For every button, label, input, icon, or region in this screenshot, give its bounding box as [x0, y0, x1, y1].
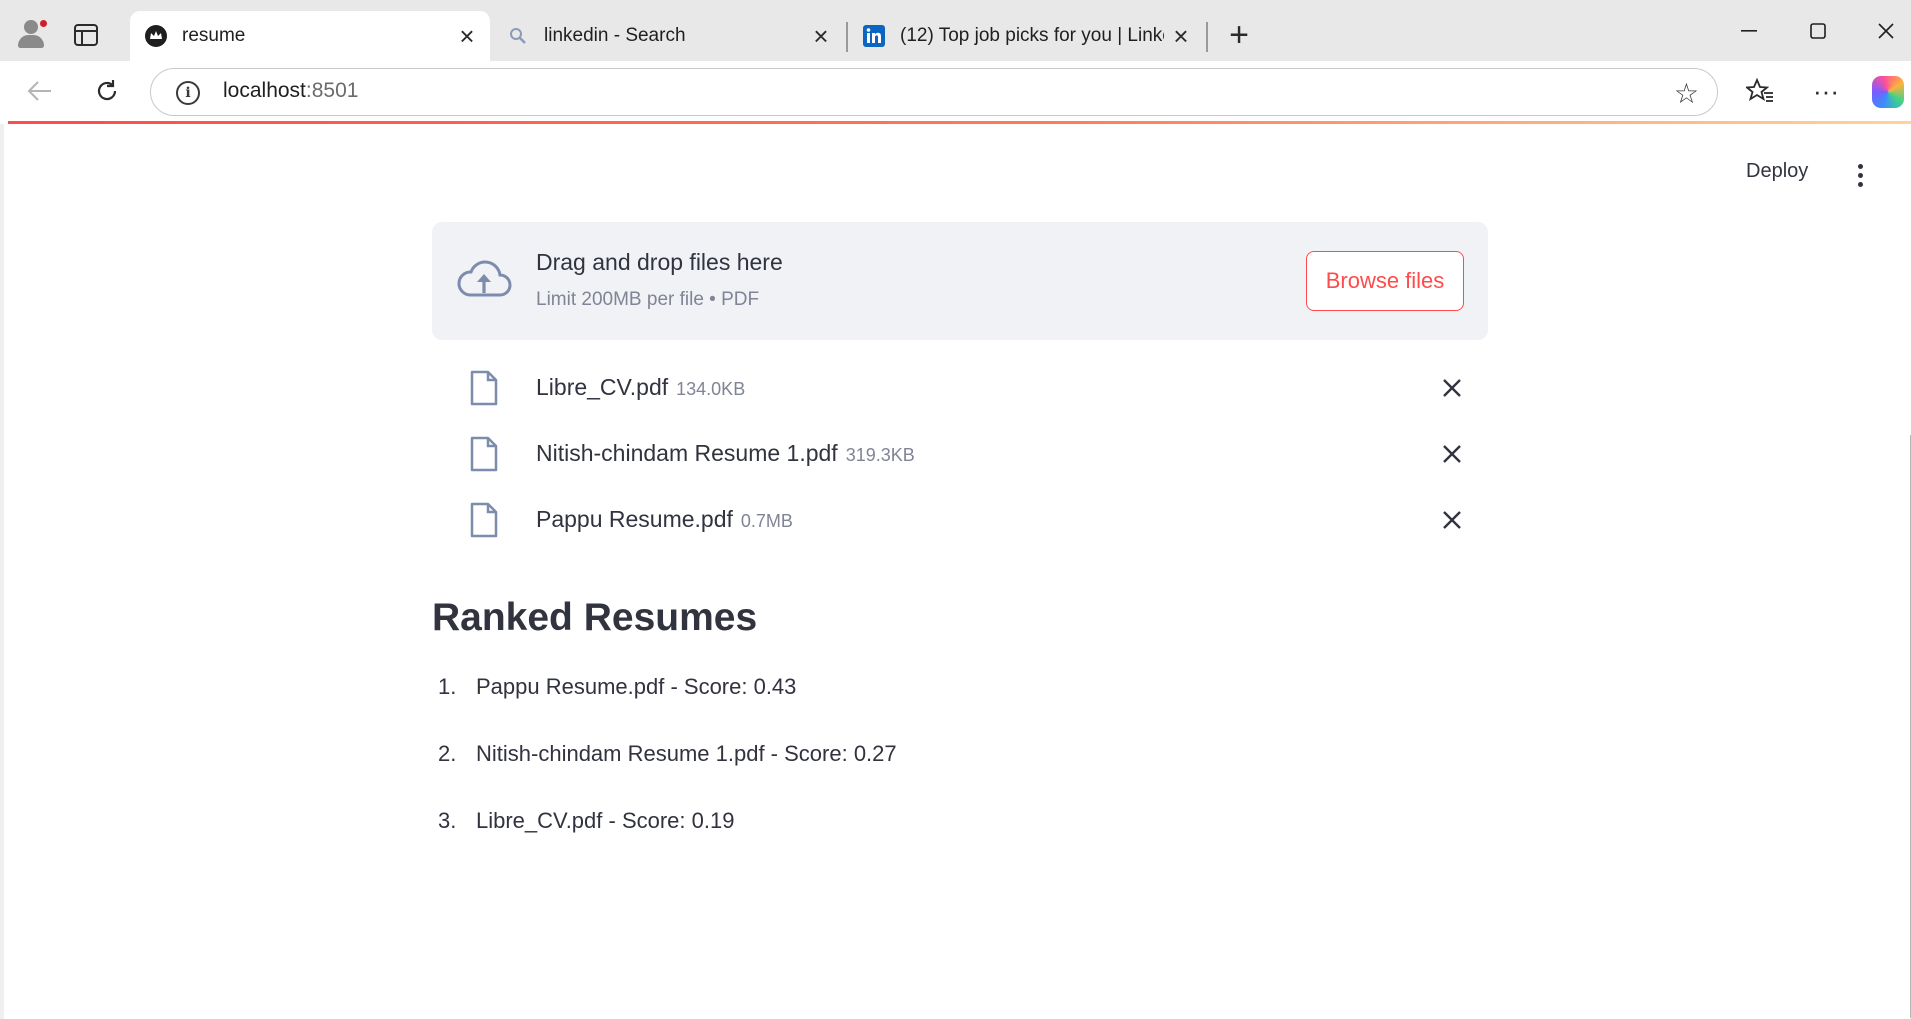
url-host: localhost	[223, 79, 306, 102]
uploaded-file-row: Nitish-chindam Resume 1.pdf 319.3KB	[432, 424, 1488, 484]
remove-file-icon[interactable]	[1434, 502, 1470, 538]
file-size: 0.7MB	[740, 511, 793, 531]
tab-resume[interactable]: resume ×	[130, 11, 490, 61]
close-tab-icon[interactable]: ×	[1170, 21, 1192, 51]
tab-title: (12) Top job picks for you | Linked	[900, 25, 1164, 46]
profile-avatar-icon[interactable]	[14, 16, 49, 50]
tab-separator	[1206, 22, 1208, 52]
maximize-icon[interactable]	[1798, 14, 1838, 48]
main-menu-icon[interactable]	[1856, 164, 1864, 188]
list-item: 3. Libre_CV.pdf - Score: 0.19	[438, 808, 897, 875]
remove-file-icon[interactable]	[1434, 370, 1470, 406]
file-icon	[470, 502, 498, 538]
list-item: 2. Nitish-chindam Resume 1.pdf - Score: 0…	[438, 741, 897, 808]
linkedin-icon	[862, 24, 886, 48]
cloud-upload-icon	[457, 260, 512, 297]
streamlit-crown-icon	[144, 24, 168, 48]
ranked-resumes-heading: Ranked Resumes	[432, 596, 758, 639]
rank-text: Libre_CV.pdf - Score: 0.19	[476, 808, 735, 833]
minimize-icon[interactable]	[1729, 14, 1769, 48]
file-size: 319.3KB	[845, 445, 915, 465]
browser-window: resume × linkedin - Search × (12) Top jo…	[0, 0, 1911, 1019]
file-icon	[470, 370, 498, 406]
url-port: :8501	[305, 79, 359, 102]
more-menu-icon[interactable]: ···	[1808, 73, 1844, 109]
back-icon[interactable]	[22, 73, 58, 109]
site-info-icon[interactable]: i	[176, 81, 200, 105]
address-bar[interactable]: i localhost:8501 ☆	[150, 68, 1718, 116]
uploaded-file-row: Libre_CV.pdf 134.0KB	[432, 358, 1488, 418]
tab-title: linkedin - Search	[544, 25, 686, 46]
file-dropzone[interactable]: Drag and drop files here Limit 200MB per…	[432, 222, 1488, 340]
remove-file-icon[interactable]	[1434, 436, 1470, 472]
rank-number: 2.	[438, 741, 457, 766]
file-name: Pappu Resume.pdf	[536, 506, 733, 532]
tab-linkedin-search[interactable]: linkedin - Search ×	[492, 11, 844, 61]
tab-actions-icon[interactable]	[74, 24, 98, 46]
copilot-icon[interactable]	[1872, 76, 1904, 108]
browse-files-button[interactable]: Browse files	[1306, 251, 1464, 311]
close-window-icon[interactable]	[1866, 14, 1906, 48]
tab-title: resume	[182, 25, 246, 46]
tab-strip: resume × linkedin - Search × (12) Top jo…	[0, 0, 1911, 61]
ranked-resumes-list: 1. Pappu Resume.pdf - Score: 0.43 2. Nitis…	[438, 674, 897, 875]
file-name: Nitish-chindam Resume 1.pdf	[536, 440, 838, 466]
new-tab-icon[interactable]: +	[1224, 18, 1254, 52]
rank-number: 3.	[438, 808, 457, 833]
dropzone-title: Drag and drop files here	[536, 249, 783, 275]
file-icon	[470, 436, 498, 472]
rank-text: Pappu Resume.pdf - Score: 0.43	[476, 674, 797, 699]
close-tab-icon[interactable]: ×	[456, 21, 478, 51]
dropzone-limit-text: Limit 200MB per file • PDF	[536, 289, 760, 310]
tab-linkedin-jobs[interactable]: (12) Top job picks for you | Linked ×	[848, 11, 1204, 61]
list-item: 1. Pappu Resume.pdf - Score: 0.43	[438, 674, 897, 741]
favorites-icon[interactable]	[1742, 73, 1778, 109]
rank-text: Nitish-chindam Resume 1.pdf - Score: 0.2…	[476, 741, 897, 766]
browser-toolbar: i localhost:8501 ☆ ···	[0, 61, 1911, 123]
deploy-button[interactable]: Deploy	[1746, 160, 1808, 183]
close-tab-icon[interactable]: ×	[810, 21, 832, 51]
search-icon	[506, 24, 530, 48]
file-size: 134.0KB	[676, 379, 746, 399]
reload-icon[interactable]	[89, 73, 125, 109]
url-text: localhost:8501	[223, 79, 358, 103]
uploaded-file-row: Pappu Resume.pdf 0.7MB	[432, 490, 1488, 550]
file-name: Libre_CV.pdf	[536, 374, 669, 400]
favorite-star-icon[interactable]: ☆	[1674, 77, 1699, 110]
rank-number: 1.	[438, 674, 457, 699]
app-main: Deploy Drag and drop files here Limit 20…	[0, 124, 1911, 1019]
